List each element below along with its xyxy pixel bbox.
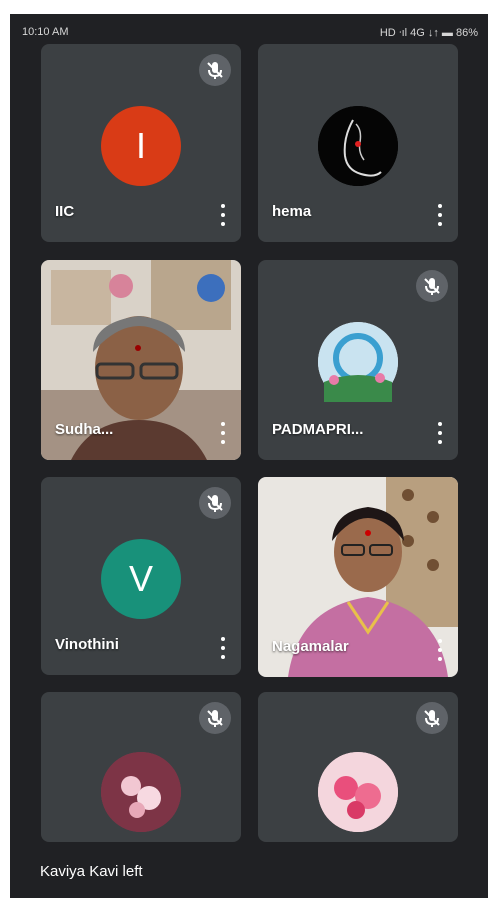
participant-tile[interactable]: Nagamalar — [258, 477, 458, 677]
participant-tile[interactable] — [41, 692, 241, 842]
status-bar: 10:10 AM HD ᐧıl 4G ↓↑ ▬ 86% — [10, 14, 488, 48]
avatar — [318, 106, 398, 186]
participant-name: hema — [272, 203, 312, 220]
participant-name: Sudha... — [55, 421, 114, 438]
avatar — [318, 322, 398, 402]
participant-name: IIC — [55, 203, 75, 220]
avatar: I — [101, 106, 181, 186]
avatar: V — [101, 539, 181, 619]
participant-left-toast: Kaviya Kavi left — [40, 863, 143, 880]
participant-tile[interactable] — [258, 692, 458, 842]
mic-off-icon — [199, 54, 231, 86]
more-vert-icon[interactable] — [432, 420, 448, 446]
mic-off-icon — [416, 702, 448, 734]
mic-off-icon — [199, 702, 231, 734]
meet-screen: 10:10 AM HD ᐧıl 4G ↓↑ ▬ 86% I IIC hema S… — [10, 14, 488, 898]
more-vert-icon[interactable] — [432, 202, 448, 228]
participant-name: PADMAPRI... — [272, 421, 364, 438]
avatar — [101, 752, 181, 832]
participant-name: Vinothini — [55, 636, 119, 653]
more-vert-icon[interactable] — [215, 202, 231, 228]
avatar — [318, 752, 398, 832]
participant-tile[interactable]: hema — [258, 44, 458, 242]
more-vert-icon[interactable] — [432, 637, 448, 663]
participant-tile[interactable]: V Vinothini — [41, 477, 241, 675]
participant-tile[interactable]: Sudha... — [41, 260, 241, 460]
more-vert-icon[interactable] — [215, 420, 231, 446]
mic-off-icon — [199, 487, 231, 519]
participant-tile[interactable]: I IIC — [41, 44, 241, 242]
participant-name: Nagamalar — [272, 638, 349, 655]
more-vert-icon[interactable] — [215, 635, 231, 661]
status-indicators: HD ᐧıl 4G ↓↑ ▬ 86% — [379, 27, 478, 39]
participant-tile[interactable]: PADMAPRI... — [258, 260, 458, 460]
mic-off-icon — [416, 270, 448, 302]
status-time: 10:10 AM — [22, 26, 69, 38]
